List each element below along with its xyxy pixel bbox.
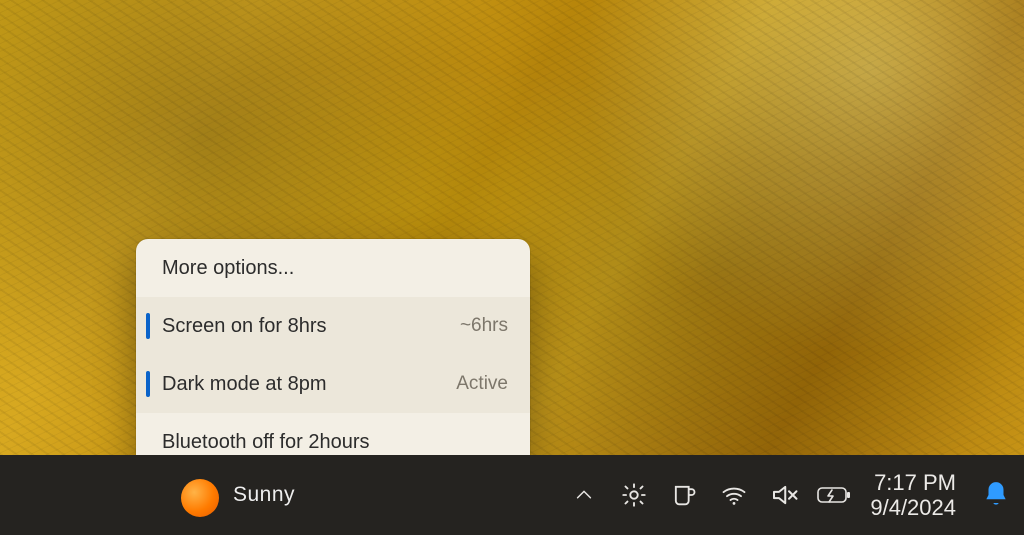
tray-overflow-chevron[interactable]	[564, 455, 604, 535]
wifi-icon	[720, 481, 748, 509]
weather-widget[interactable]: Sunny	[175, 455, 295, 535]
accent-bar	[146, 371, 150, 397]
clock-date: 9/4/2024	[870, 495, 956, 520]
desktop-viewport: More options... Screen on for 8hrs ~6hrs…	[0, 0, 1024, 535]
accent-bar	[146, 313, 150, 339]
tray-volume[interactable]	[764, 455, 804, 535]
speaker-muted-icon	[769, 480, 799, 510]
sun-icon	[181, 479, 219, 517]
screen-on-label: Screen on for 8hrs	[162, 315, 327, 338]
dark-mode-item[interactable]: Dark mode at 8pm Active	[136, 355, 530, 413]
dark-mode-secondary: Active	[456, 373, 508, 395]
screen-on-secondary: ~6hrs	[460, 315, 508, 337]
clock-time: 7:17 PM	[870, 470, 956, 495]
more-options-label: More options...	[162, 257, 294, 280]
chevron-up-icon	[573, 484, 595, 506]
screen-on-item[interactable]: Screen on for 8hrs ~6hrs	[136, 297, 530, 355]
tray-battery[interactable]	[814, 455, 854, 535]
dark-mode-label: Dark mode at 8pm	[162, 373, 327, 396]
bluetooth-off-label: Bluetooth off for 2hours	[162, 431, 370, 454]
battery-charging-icon	[815, 483, 853, 507]
system-tray: 7:17 PM 9/4/2024	[564, 455, 1024, 535]
quick-options-flyout: More options... Screen on for 8hrs ~6hrs…	[136, 239, 530, 471]
bell-icon	[983, 480, 1009, 510]
taskbar-clock[interactable]: 7:17 PM 9/4/2024	[864, 470, 966, 521]
more-options-item[interactable]: More options...	[136, 239, 530, 297]
weather-label: Sunny	[233, 483, 295, 507]
taskbar: Sunny	[0, 455, 1024, 535]
tray-app-icon[interactable]	[664, 455, 704, 535]
tray-settings[interactable]	[614, 455, 654, 535]
gear-icon	[620, 481, 648, 509]
cup-icon	[670, 481, 698, 509]
tray-notifications[interactable]	[976, 455, 1016, 535]
tray-wifi[interactable]	[714, 455, 754, 535]
